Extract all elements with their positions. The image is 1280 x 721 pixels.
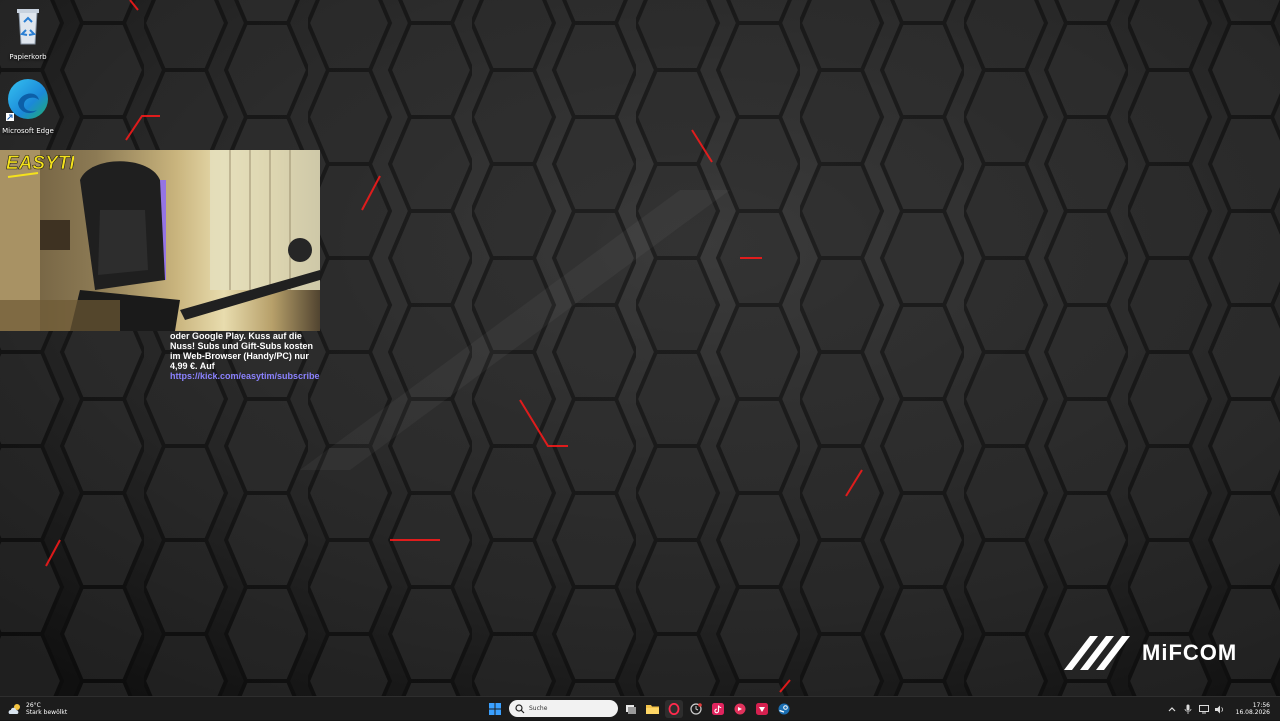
taskbar: 26°C Stark bewölkt Suche 17:56 16.08.202… bbox=[0, 696, 1280, 720]
network-button[interactable] bbox=[1198, 704, 1209, 714]
file-explorer-button[interactable] bbox=[643, 700, 661, 718]
desktop-icon-recycle-bin[interactable]: Papierkorb bbox=[0, 4, 58, 62]
cloudy-weather-icon bbox=[8, 704, 20, 714]
chevron-up-icon bbox=[1168, 707, 1176, 712]
easytim-logo: EASYTIM bbox=[6, 153, 74, 178]
file-explorer-icon bbox=[645, 705, 659, 714]
steam-icon bbox=[778, 703, 790, 715]
desktop-icon-label: Papierkorb bbox=[9, 53, 47, 61]
search-placeholder: Suche bbox=[529, 705, 548, 712]
mifcom-wordmark: MiFCOM bbox=[1142, 640, 1238, 665]
chat-link[interactable]: https://kick.com/easytim/subscribe bbox=[170, 371, 322, 381]
microphone-icon bbox=[1184, 704, 1192, 714]
chat-message: oder Google Play. Kuss auf die Nuss! Sub… bbox=[170, 331, 314, 371]
desktop-icon-label: Microsoft Edge bbox=[2, 127, 54, 135]
mifcom-stripes-icon bbox=[1064, 636, 1130, 670]
mifcom-logo: MiFCOM bbox=[1062, 632, 1242, 672]
windows-start-icon bbox=[489, 703, 501, 715]
system-tray: 17:56 16.08.2026 bbox=[1164, 697, 1280, 721]
task-view-button[interactable] bbox=[622, 700, 640, 718]
volume-button[interactable] bbox=[1214, 704, 1225, 714]
recycle-bin-icon bbox=[17, 9, 39, 45]
clock-app-button[interactable] bbox=[687, 700, 705, 718]
taskbar-search-box[interactable]: Suche bbox=[509, 700, 618, 717]
opera-gx-button[interactable] bbox=[665, 700, 683, 718]
start-button[interactable] bbox=[486, 700, 504, 718]
taskbar-clock[interactable]: 17:56 16.08.2026 bbox=[1236, 702, 1270, 716]
task-view-icon bbox=[626, 705, 636, 714]
tidal-icon bbox=[756, 703, 768, 715]
weather-desc: Stark bewölkt bbox=[26, 709, 68, 716]
music-app-button[interactable] bbox=[731, 700, 749, 718]
chat-overlay: oder Google Play. Kuss auf die Nuss! Sub… bbox=[170, 331, 322, 381]
tiktok-button[interactable] bbox=[709, 700, 727, 718]
app-button[interactable] bbox=[753, 700, 771, 718]
network-monitor-icon bbox=[1198, 704, 1209, 713]
clock-date: 16.08.2026 bbox=[1235, 709, 1270, 716]
search-icon bbox=[515, 703, 525, 713]
weather-temp: 26°C bbox=[26, 702, 41, 709]
desktop-icon-microsoft-edge[interactable]: Microsoft Edge bbox=[0, 76, 58, 136]
clock-icon bbox=[690, 703, 702, 715]
opera-gx-icon bbox=[668, 703, 680, 715]
show-hidden-icons-button[interactable] bbox=[1167, 704, 1177, 714]
tiktok-icon bbox=[712, 703, 724, 715]
clock-time: 17:56 bbox=[1252, 702, 1270, 709]
logo-wordmark: EASYTIM bbox=[6, 153, 74, 174]
music-app-icon bbox=[734, 703, 746, 715]
steam-button[interactable] bbox=[775, 700, 793, 718]
weather-widget[interactable]: 26°C Stark bewölkt bbox=[8, 700, 67, 718]
microphone-button[interactable] bbox=[1183, 704, 1193, 714]
edge-icon bbox=[6, 79, 48, 121]
speaker-icon bbox=[1214, 705, 1223, 713]
